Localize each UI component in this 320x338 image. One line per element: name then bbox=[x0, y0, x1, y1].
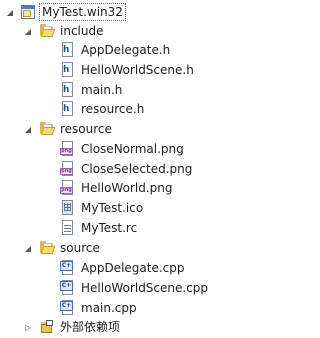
header-file-icon: h bbox=[60, 101, 76, 117]
file-label: HelloWorldScene.h bbox=[81, 63, 194, 77]
cpp-file-icon: C+ bbox=[60, 300, 76, 316]
image-file-icon: png bbox=[60, 161, 76, 177]
collapse-arrow-icon[interactable]: ◢ bbox=[22, 25, 34, 37]
file-label: CloseSelected.png bbox=[81, 162, 193, 176]
file-label: resource.h bbox=[81, 102, 145, 116]
collapse-arrow-icon[interactable]: ◢ bbox=[4, 6, 16, 18]
tree-node-file[interactable]: h resource.h bbox=[0, 99, 252, 119]
tree-node-file[interactable]: MyTest.rc bbox=[0, 218, 252, 238]
image-file-icon: png bbox=[60, 180, 76, 196]
tree-node-folder-source[interactable]: ◢ source bbox=[0, 238, 252, 258]
folder-open-icon bbox=[39, 121, 56, 137]
tree-node-project[interactable]: ◢ MyTest.win32 bbox=[0, 2, 252, 22]
tree-node-file[interactable]: h main.h bbox=[0, 80, 252, 100]
tree-node-file[interactable]: MyTest.ico bbox=[0, 198, 252, 218]
project-label: MyTest.win32 bbox=[39, 3, 126, 21]
file-label: AppDelegate.cpp bbox=[81, 261, 185, 275]
tree-node-file[interactable]: png CloseNormal.png bbox=[0, 139, 252, 159]
folder-label: source bbox=[60, 241, 100, 255]
external-dependencies-icon bbox=[39, 319, 55, 335]
file-label: HelloWorldScene.cpp bbox=[81, 281, 209, 295]
tree-node-file[interactable]: png HelloWorld.png bbox=[0, 178, 252, 198]
cpp-file-icon: C+ bbox=[60, 260, 76, 276]
collapse-arrow-icon[interactable]: ◢ bbox=[22, 242, 34, 254]
collapse-arrow-icon[interactable]: ◢ bbox=[22, 123, 34, 135]
folder-open-icon bbox=[39, 23, 56, 39]
resource-script-icon bbox=[60, 220, 76, 236]
tree-node-file[interactable]: C+ main.cpp bbox=[0, 298, 252, 318]
header-file-icon: h bbox=[60, 82, 76, 98]
file-label: CloseNormal.png bbox=[81, 142, 184, 156]
tree-node-file[interactable]: h HelloWorldScene.h bbox=[0, 60, 252, 80]
file-label: HelloWorld.png bbox=[81, 181, 173, 195]
tree-node-folder-resource[interactable]: ◢ resource bbox=[0, 119, 252, 139]
file-label: main.cpp bbox=[81, 301, 137, 315]
image-file-icon: png bbox=[60, 141, 76, 157]
file-label: MyTest.rc bbox=[81, 221, 138, 235]
external-dependencies-label: 外部依赖项 bbox=[60, 320, 121, 334]
folder-label: resource bbox=[60, 122, 112, 136]
tree-node-file[interactable]: h AppDelegate.h bbox=[0, 40, 252, 60]
cpp-file-icon: C+ bbox=[60, 280, 76, 296]
tree-node-file[interactable]: png CloseSelected.png bbox=[0, 159, 252, 179]
icon-file-icon bbox=[60, 200, 76, 216]
tree-node-folder-include[interactable]: ◢ include bbox=[0, 21, 252, 41]
file-label: main.h bbox=[81, 83, 123, 97]
header-file-icon: h bbox=[60, 62, 76, 78]
folder-label: include bbox=[60, 24, 104, 38]
tree-node-external-dependencies[interactable]: ▷ 外部依赖项 bbox=[0, 317, 252, 337]
project-icon bbox=[20, 4, 36, 20]
solution-explorer-tree: ◢ MyTest.win32 ◢ include h AppDelegate.h… bbox=[0, 0, 252, 338]
header-file-icon: h bbox=[60, 42, 76, 58]
tree-node-file[interactable]: C+ AppDelegate.cpp bbox=[0, 258, 252, 278]
expand-arrow-icon[interactable]: ▷ bbox=[22, 321, 34, 333]
file-label: MyTest.ico bbox=[81, 201, 144, 215]
tree-node-file[interactable]: C+ HelloWorldScene.cpp bbox=[0, 278, 252, 298]
file-label: AppDelegate.h bbox=[81, 43, 171, 57]
folder-open-icon bbox=[39, 240, 56, 256]
